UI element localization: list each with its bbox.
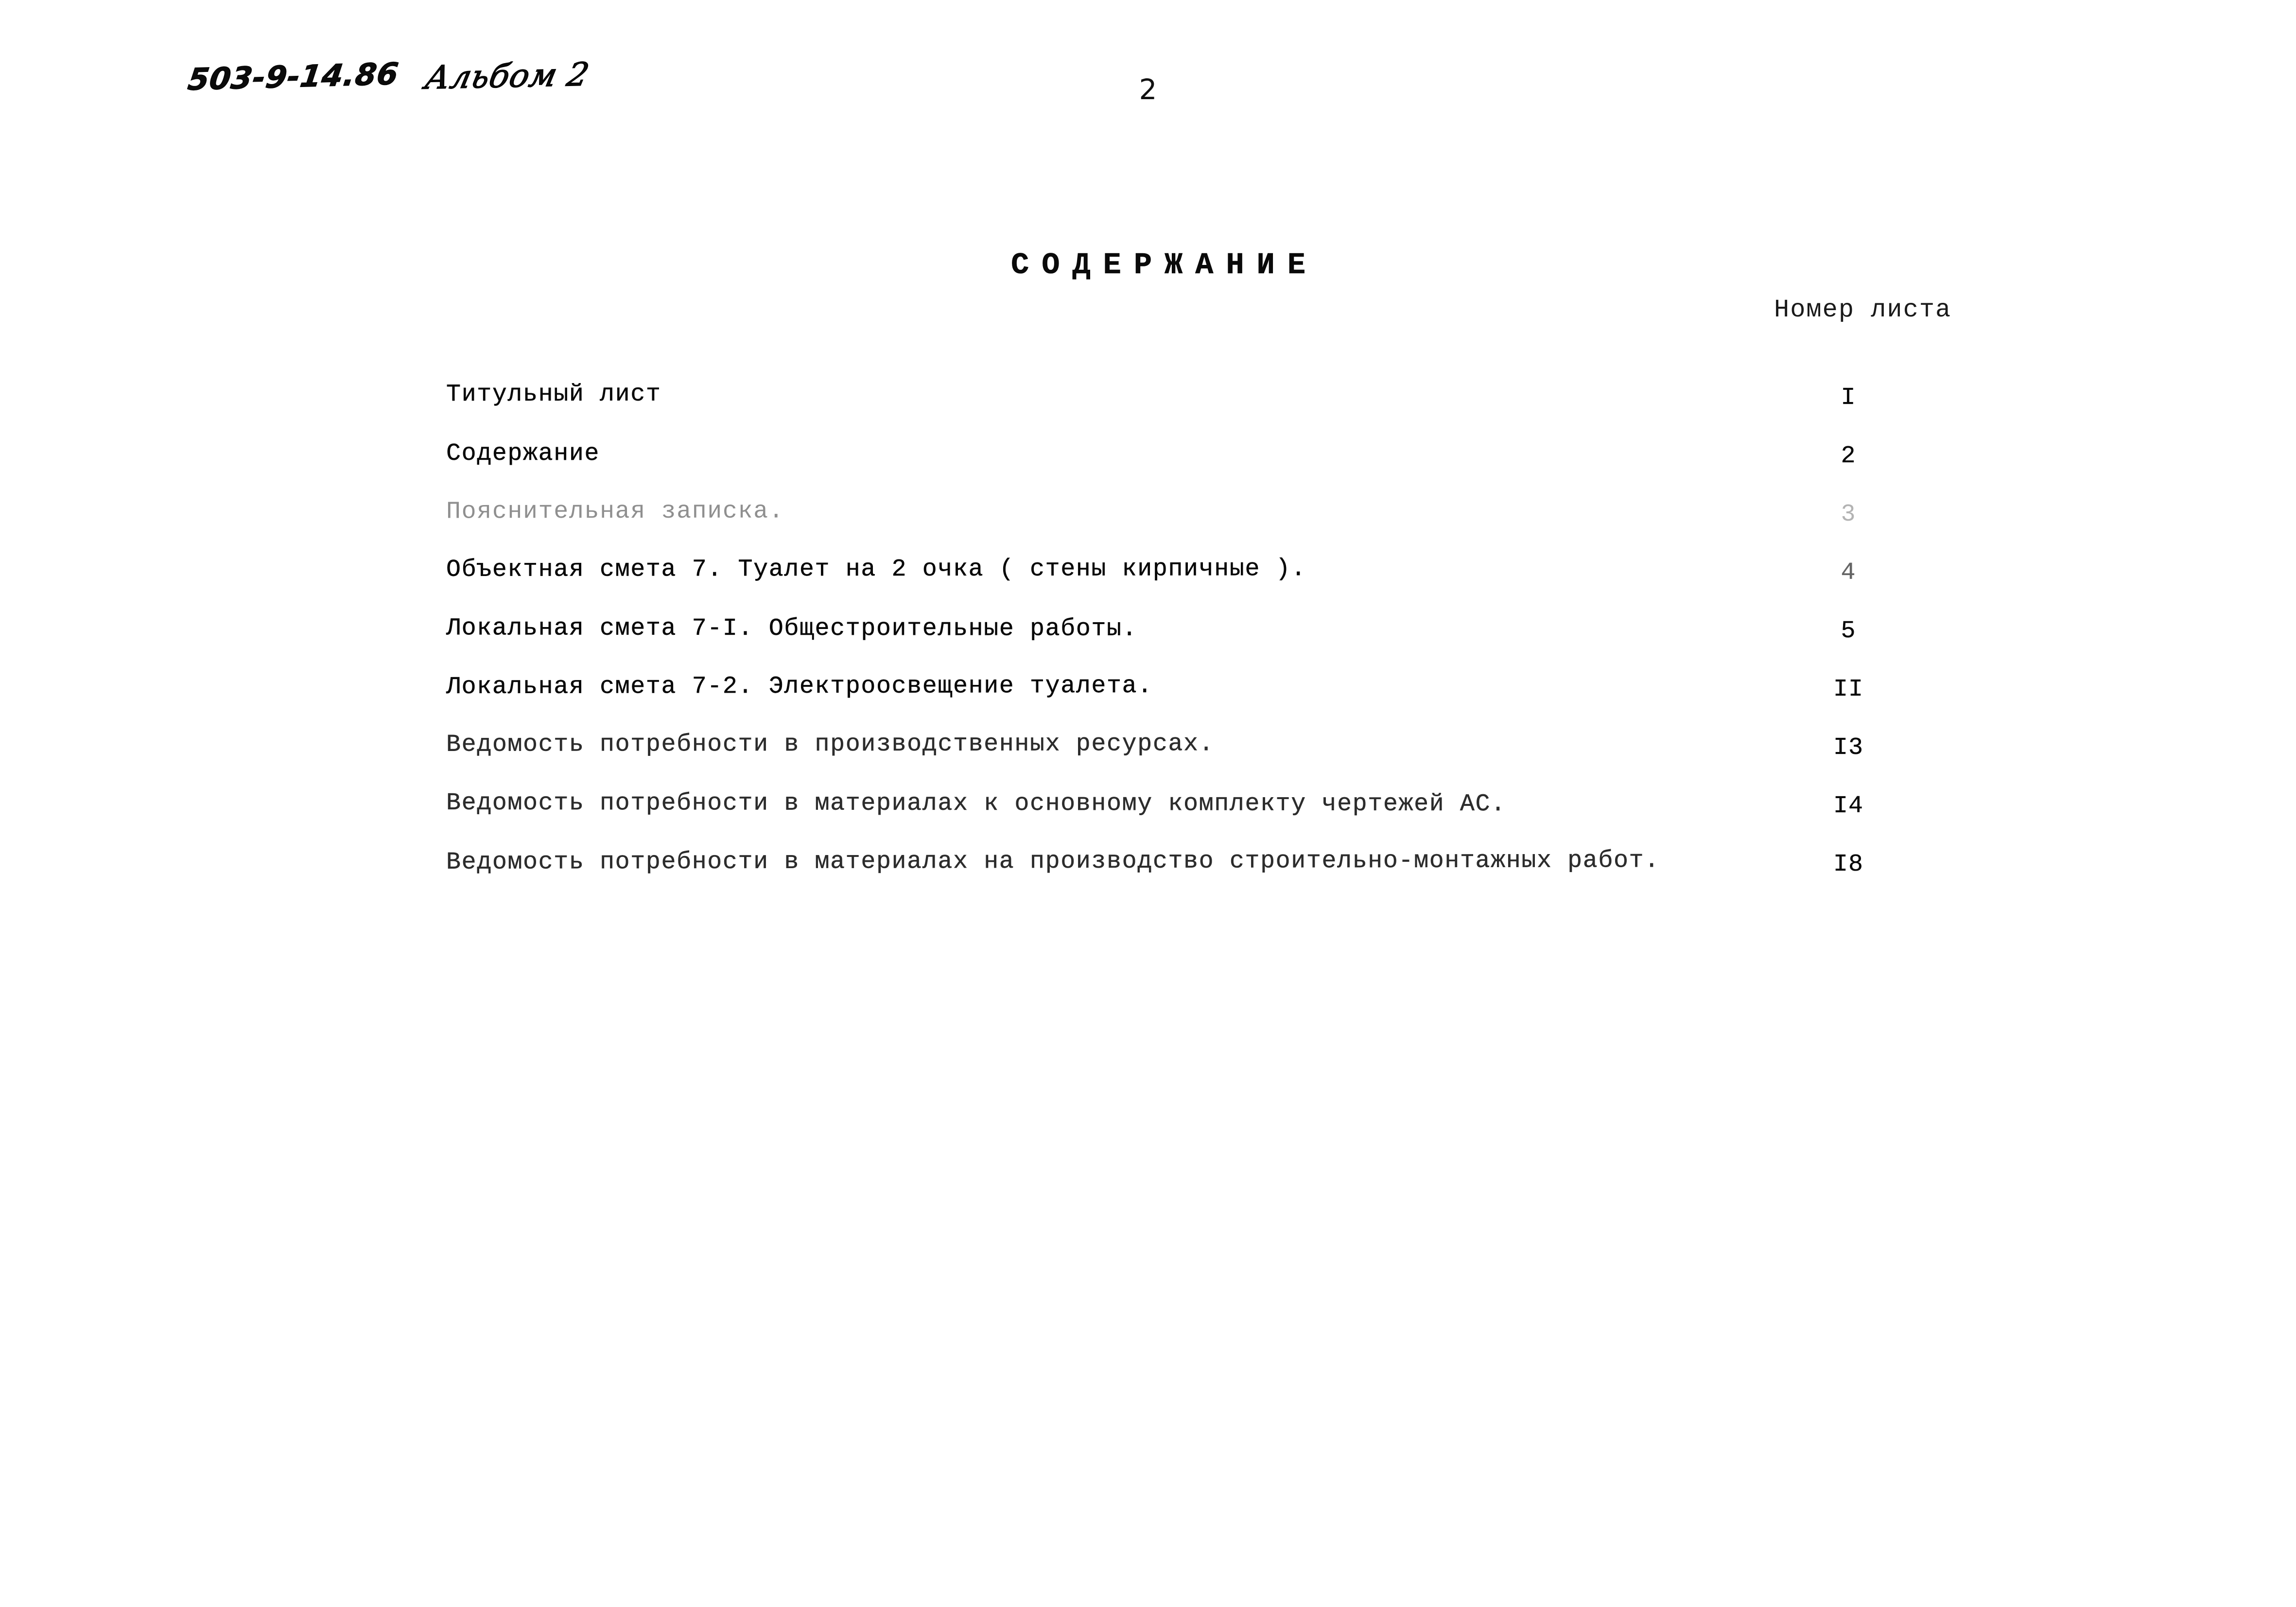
- toc-entry-page: 3: [1841, 501, 1856, 528]
- toc-entry-label: Ведомость потребности в материалах к осн…: [446, 789, 1506, 819]
- column-header-page-number: Номер листа: [1774, 296, 1952, 324]
- document-page: 503-9-14.86 Альбом 2 2 СОДЕРЖАНИЕ Номер …: [0, 0, 2296, 1607]
- toc-entry-label: Пояснительная записка.: [446, 497, 784, 526]
- toc-entry-page: I4: [1833, 792, 1863, 820]
- table-of-contents: Титульный лист I Содержание 2 Пояснитель…: [446, 381, 1953, 906]
- toc-entry-label: Объектная смета 7. Туалет на 2 очка ( ст…: [446, 555, 1306, 584]
- toc-entry-page: I: [1841, 384, 1856, 412]
- toc-row[interactable]: Пояснительная записка. 3: [446, 498, 1953, 556]
- toc-entry-label: Локальная смета 7-I. Общестроительные ра…: [446, 614, 1138, 643]
- toc-row[interactable]: Содержание 2: [446, 439, 1953, 498]
- toc-entry-label: Локальная смета 7-2. Электроосвещение ту…: [446, 672, 1153, 701]
- toc-entry-page: 4: [1841, 559, 1856, 587]
- toc-entry-page: I8: [1833, 851, 1863, 878]
- toc-row[interactable]: Ведомость потребности в производственных…: [446, 730, 1953, 789]
- toc-entry-label: Ведомость потребности в материалах на пр…: [446, 847, 1660, 876]
- toc-entry-page: I3: [1833, 734, 1863, 762]
- toc-row[interactable]: Ведомость потребности в материалах к осн…: [446, 789, 1953, 848]
- page-title: СОДЕРЖАНИЕ: [1011, 248, 1319, 283]
- toc-row[interactable]: Ведомость потребности в материалах на пр…: [446, 847, 1953, 906]
- toc-entry-label: Содержание: [446, 439, 600, 468]
- page-folio-number: 2: [1139, 73, 1157, 106]
- toc-row[interactable]: Титульный лист I: [446, 381, 1953, 439]
- toc-entry-page: 5: [1841, 617, 1856, 645]
- toc-entry-label: Ведомость потребности в производственных…: [446, 730, 1215, 759]
- toc-entry-label: Титульный лист: [446, 380, 661, 409]
- toc-entry-page: 2: [1841, 442, 1856, 470]
- toc-entry-page: II: [1833, 676, 1863, 703]
- toc-row[interactable]: Локальная смета 7-I. Общестроительные ра…: [446, 614, 1953, 673]
- toc-row[interactable]: Локальная смета 7-2. Электроосвещение ту…: [446, 672, 1953, 731]
- toc-row[interactable]: Объектная смета 7. Туалет на 2 очка ( ст…: [446, 555, 1953, 614]
